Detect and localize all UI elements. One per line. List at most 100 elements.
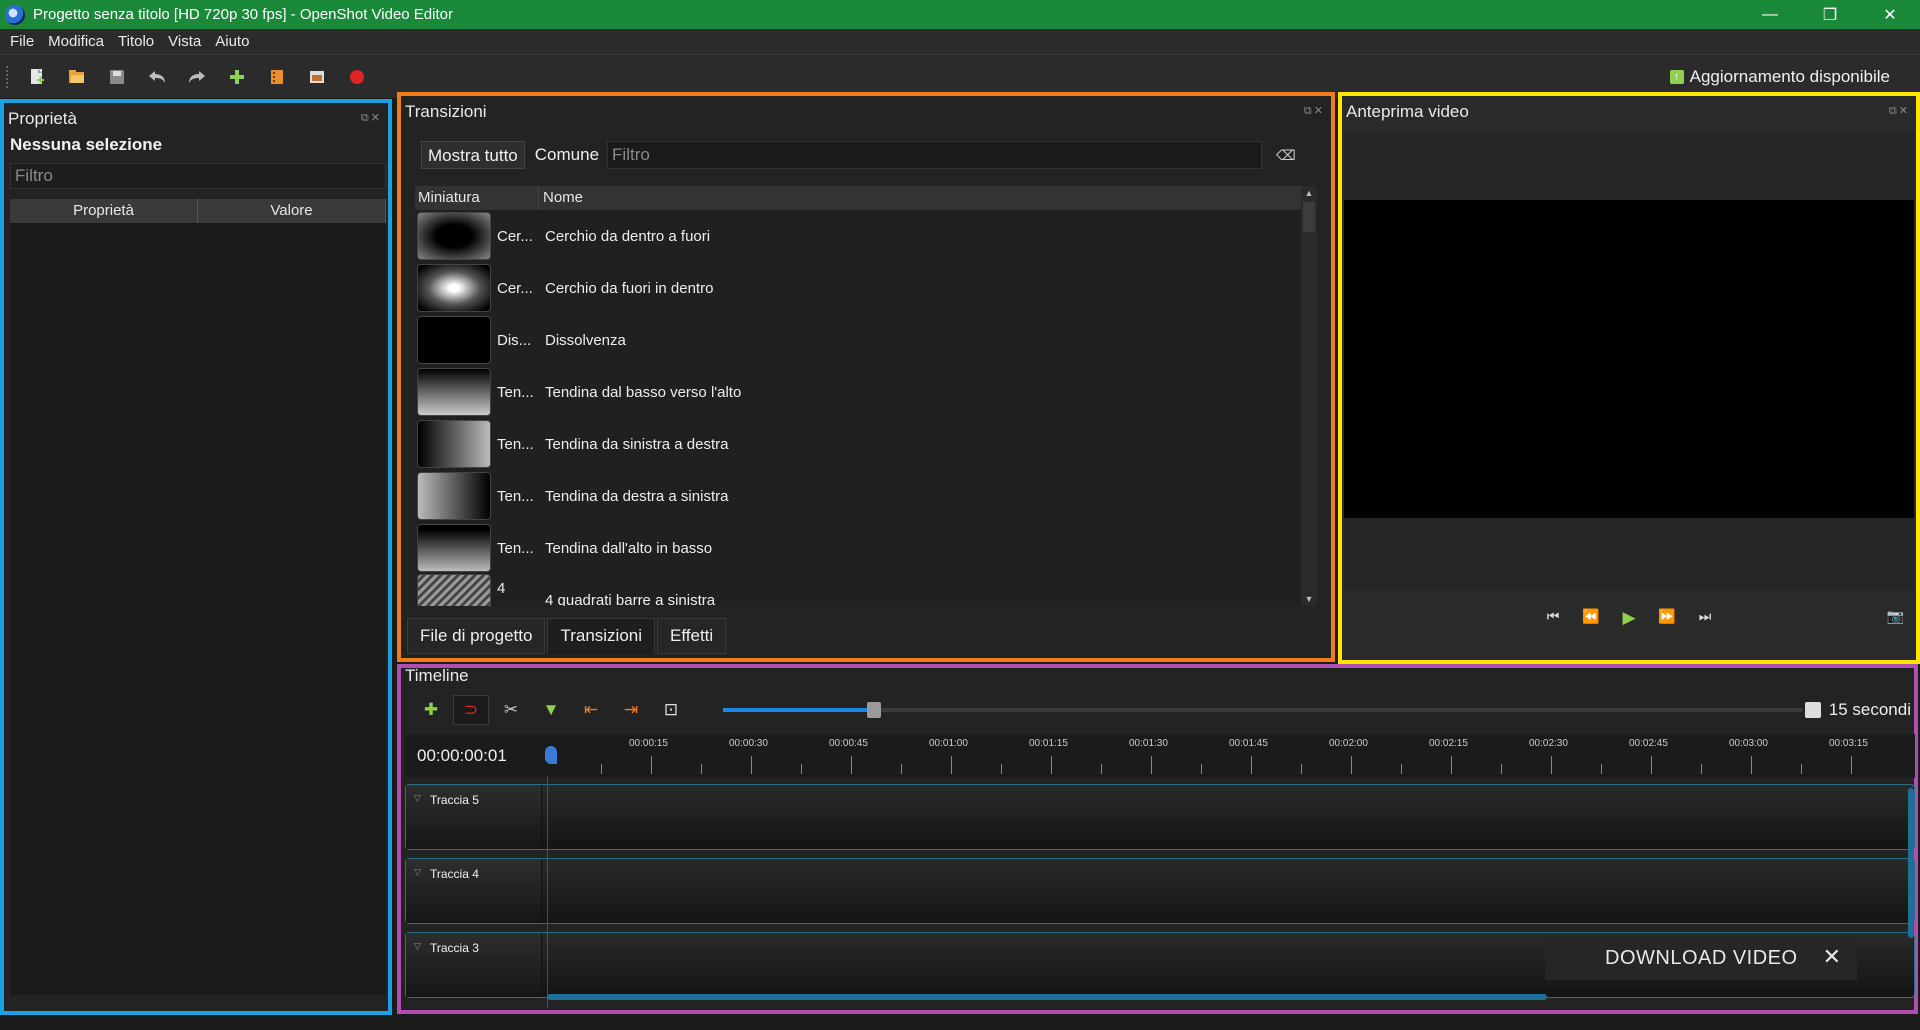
previous-marker-icon[interactable]: ⇤ xyxy=(573,695,609,725)
toolbar-grip[interactable] xyxy=(6,65,10,88)
add-marker-icon[interactable]: ▼ xyxy=(533,695,569,725)
update-available[interactable]: ↑ Aggiornamento disponibile xyxy=(1669,67,1890,87)
undo-icon[interactable] xyxy=(144,64,170,90)
redo-icon[interactable] xyxy=(184,64,210,90)
timeline-horizontal-scrollbar[interactable] xyxy=(547,994,1547,1000)
close-popup-icon[interactable]: ✕ xyxy=(1823,944,1841,970)
list-item[interactable]: Dis... Dissolvenza xyxy=(415,314,1303,366)
col-property[interactable]: Proprietà xyxy=(10,199,198,223)
center-timeline-icon[interactable]: ⊡ xyxy=(653,695,689,725)
transitions-title: Transizioni xyxy=(405,102,487,121)
tab-project-files[interactable]: File di progetto xyxy=(407,618,546,654)
col-value[interactable]: Valore xyxy=(198,199,386,223)
panel-float-close-icon[interactable]: ⧉✕ xyxy=(1304,104,1325,118)
ruler-tick xyxy=(1751,756,1752,774)
rewind-icon[interactable]: ⏪ xyxy=(1572,608,1610,628)
ruler-tick-label: 00:00:45 xyxy=(829,738,868,749)
ruler-tick-label: 00:02:30 xyxy=(1529,738,1568,749)
jump-start-icon[interactable]: ⏮ xyxy=(1534,608,1572,628)
transitions-filter-input[interactable]: Filtro xyxy=(607,141,1263,169)
track[interactable]: ▽ Traccia 5 xyxy=(405,784,1915,850)
new-project-icon[interactable] xyxy=(24,64,50,90)
list-item[interactable]: Ten... Tendina da sinistra a destra xyxy=(415,418,1303,470)
track-header[interactable]: ▽ Traccia 3 xyxy=(406,933,542,997)
timeline-vertical-scrollbar[interactable] xyxy=(1908,788,1914,938)
ruler-tick-label: 00:03:00 xyxy=(1729,738,1768,749)
download-video-button[interactable]: DOWNLOAD VIDEO xyxy=(1605,947,1798,970)
ruler-tick-minor xyxy=(801,764,802,774)
tab-transitions[interactable]: Transizioni xyxy=(547,618,656,654)
snapping-icon[interactable]: ⊃ xyxy=(453,695,489,725)
track-collapse-icon[interactable]: ▽ xyxy=(414,867,421,878)
scroll-down-icon[interactable]: ▼ xyxy=(1301,594,1317,604)
zoom-slider-handle[interactable] xyxy=(867,702,881,718)
track-header[interactable]: ▽ Traccia 5 xyxy=(406,785,542,849)
panel-float-close-icon[interactable]: ⧉✕ xyxy=(361,111,382,125)
list-item[interactable]: Cer... Cerchio da dentro a fuori xyxy=(415,210,1303,262)
playhead-line xyxy=(547,776,548,1008)
list-item[interactable]: Ten... Tendina da destra a sinistra xyxy=(415,470,1303,522)
menu-view[interactable]: Vista xyxy=(161,33,208,50)
thumbnail xyxy=(417,212,491,260)
item-name: Cerchio da fuori in dentro xyxy=(545,279,714,297)
window-controls: — ❐ ✕ xyxy=(1740,0,1920,29)
col-thumbnail[interactable]: Miniatura xyxy=(415,186,539,210)
list-item[interactable]: Cer... Cerchio da fuori in dentro xyxy=(415,262,1303,314)
play-icon[interactable]: ▶ xyxy=(1610,608,1648,628)
clear-filter-icon[interactable]: ⌫ xyxy=(1276,147,1296,164)
item-name: 4 quadrati barre a sinistra xyxy=(545,592,716,606)
profile-icon[interactable] xyxy=(264,64,290,90)
zoom-slider[interactable] xyxy=(723,702,1803,718)
export-video-icon[interactable] xyxy=(344,64,370,90)
ruler-tick xyxy=(1551,756,1552,774)
track[interactable]: ▽ Traccia 4 xyxy=(405,858,1915,924)
scroll-thumb[interactable] xyxy=(1303,202,1315,232)
jump-end-icon[interactable]: ⏭ xyxy=(1686,608,1724,628)
save-project-icon[interactable] xyxy=(104,64,130,90)
track-name: Traccia 3 xyxy=(430,941,479,955)
common-button[interactable]: Comune xyxy=(535,145,599,165)
ruler-tick xyxy=(851,756,852,774)
tab-effects[interactable]: Effetti xyxy=(657,618,727,654)
close-window-button[interactable]: ✕ xyxy=(1860,0,1920,29)
menu-help[interactable]: Aiuto xyxy=(208,33,256,50)
ruler-tick-minor xyxy=(1201,764,1202,774)
list-item[interactable]: 4 4 quadrati barre a sinistra xyxy=(415,574,1303,606)
timeline-ruler[interactable]: 00:00:00:01 00:00:15 00:00:30 00:00:45 00:0… xyxy=(405,734,1915,778)
track-collapse-icon[interactable]: ▽ xyxy=(414,941,421,952)
camera-icon[interactable]: 📷 xyxy=(1887,608,1904,625)
maximize-button[interactable]: ❐ xyxy=(1800,0,1860,29)
razor-icon[interactable]: ✂ xyxy=(493,695,529,725)
list-item[interactable]: Ten... Tendina dall'alto in basso xyxy=(415,522,1303,574)
show-all-button[interactable]: Mostra tutto xyxy=(421,141,525,169)
thumbnail xyxy=(417,420,491,468)
title-bar: Progetto senza titolo [HD 720p 30 fps] -… xyxy=(0,0,1920,29)
fast-forward-icon[interactable]: ⏩ xyxy=(1648,608,1686,628)
thumbnail xyxy=(417,316,491,364)
properties-filter-input[interactable]: Filtro xyxy=(10,163,386,189)
add-track-icon[interactable]: ✚ xyxy=(413,695,449,725)
menu-title[interactable]: Titolo xyxy=(111,33,161,50)
scroll-up-icon[interactable]: ▲ xyxy=(1301,188,1317,198)
import-files-icon[interactable] xyxy=(224,64,250,90)
next-marker-icon[interactable]: ⇥ xyxy=(613,695,649,725)
transitions-scrollbar[interactable]: ▲ ▼ xyxy=(1301,186,1317,606)
ruler-tick xyxy=(1851,756,1852,774)
track-collapse-icon[interactable]: ▽ xyxy=(414,793,421,804)
playhead-handle[interactable] xyxy=(545,746,557,764)
ruler-tick-label: 00:02:45 xyxy=(1629,738,1668,749)
item-name: Tendina da sinistra a destra xyxy=(545,435,729,453)
properties-list[interactable] xyxy=(10,223,386,995)
preview-letterbox-top xyxy=(1344,132,1914,200)
open-project-icon[interactable] xyxy=(64,64,90,90)
list-item[interactable]: Ten... Tendina dal basso verso l'alto xyxy=(415,366,1303,418)
ruler-tick-minor xyxy=(701,764,702,774)
track-header[interactable]: ▽ Traccia 4 xyxy=(406,859,542,923)
col-name[interactable]: Nome xyxy=(539,186,1303,210)
minimize-button[interactable]: — xyxy=(1740,0,1800,29)
fullscreen-icon[interactable] xyxy=(304,64,330,90)
menu-file[interactable]: File xyxy=(0,33,41,50)
menu-edit[interactable]: Modifica xyxy=(41,33,111,50)
ruler-tick-label: 00:01:00 xyxy=(929,738,968,749)
panel-float-close-icon[interactable]: ⧉✕ xyxy=(1889,104,1910,118)
